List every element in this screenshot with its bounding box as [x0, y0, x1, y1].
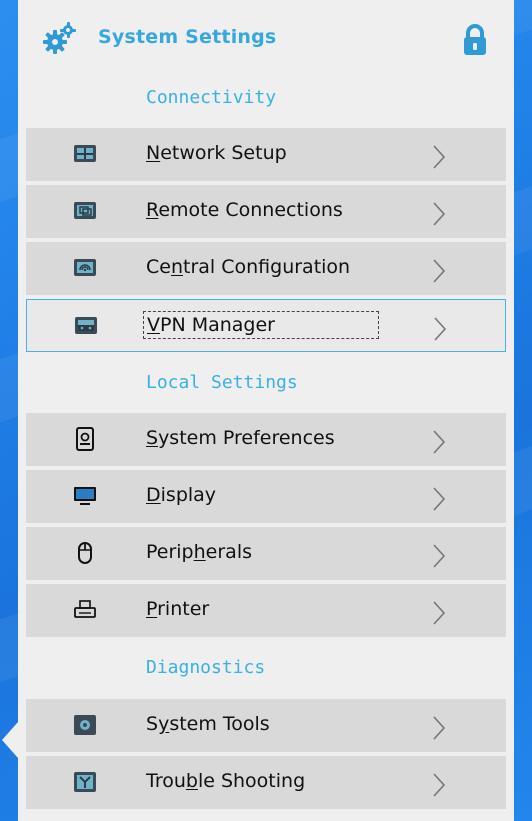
printer-icon	[74, 600, 96, 618]
tools-icon	[74, 715, 96, 735]
menu-item-label: Printer	[146, 598, 210, 620]
menu-item-label: Display	[146, 484, 217, 506]
section-label-connectivity: Connectivity	[146, 87, 277, 108]
chevron-right-icon	[433, 259, 446, 283]
gears-icon	[43, 22, 76, 54]
mouse-icon	[78, 542, 92, 564]
remote-icon	[74, 202, 96, 219]
menu-item-label: System Tools	[146, 713, 270, 735]
menu-item-trouble-shooting[interactable]: Trouble Shooting	[26, 756, 506, 809]
section-label-diagnostics: Diagnostics	[146, 657, 266, 678]
chevron-right-icon	[434, 317, 447, 341]
vpn-icon	[75, 317, 97, 334]
menu-item-central-configuration[interactable]: Central Configuration	[26, 242, 506, 295]
menu-item-label: Trouble Shooting	[146, 770, 306, 792]
menu-item-printer[interactable]: Printer	[26, 584, 506, 637]
menu-item-label: System Preferences	[146, 427, 335, 449]
menu-item-system-tools[interactable]: System Tools	[26, 699, 506, 752]
chevron-right-icon	[433, 601, 446, 625]
settings-panel: System Settings Connectivity Network Set…	[18, 0, 514, 821]
network-icon	[74, 145, 96, 162]
preferences-icon	[76, 427, 94, 451]
chevron-right-icon	[433, 716, 446, 740]
menu-item-peripherals[interactable]: Peripherals	[26, 527, 506, 580]
section-label-local-settings: Local Settings	[146, 372, 298, 393]
chevron-right-icon	[433, 430, 446, 454]
central-config-icon	[74, 259, 96, 276]
panel-header: System Settings	[18, 0, 514, 76]
panel-title: System Settings	[98, 26, 277, 48]
chevron-right-icon	[433, 145, 446, 169]
menu-item-label: VPN Manager	[147, 314, 275, 336]
menu-item-label: Peripherals	[146, 541, 252, 563]
troubleshooting-icon	[74, 772, 96, 792]
menu-item-label: Network Setup	[146, 142, 287, 164]
display-icon	[74, 487, 96, 505]
chevron-right-icon	[433, 773, 446, 797]
menu-item-network-setup[interactable]: Network Setup	[26, 128, 506, 181]
lock-icon[interactable]	[462, 24, 488, 56]
menu-item-label: Remote Connections	[146, 199, 343, 221]
menu-item-vpn-manager[interactable]: VPN Manager	[26, 299, 506, 352]
chevron-right-icon	[433, 487, 446, 511]
panel-pointer	[2, 722, 18, 758]
chevron-right-icon	[433, 202, 446, 226]
menu-item-remote-connections[interactable]: Remote Connections	[26, 185, 506, 238]
chevron-right-icon	[433, 544, 446, 568]
menu-item-label: Central Configuration	[146, 256, 351, 278]
menu-item-display[interactable]: Display	[26, 470, 506, 523]
menu-item-system-preferences[interactable]: System Preferences	[26, 413, 506, 466]
